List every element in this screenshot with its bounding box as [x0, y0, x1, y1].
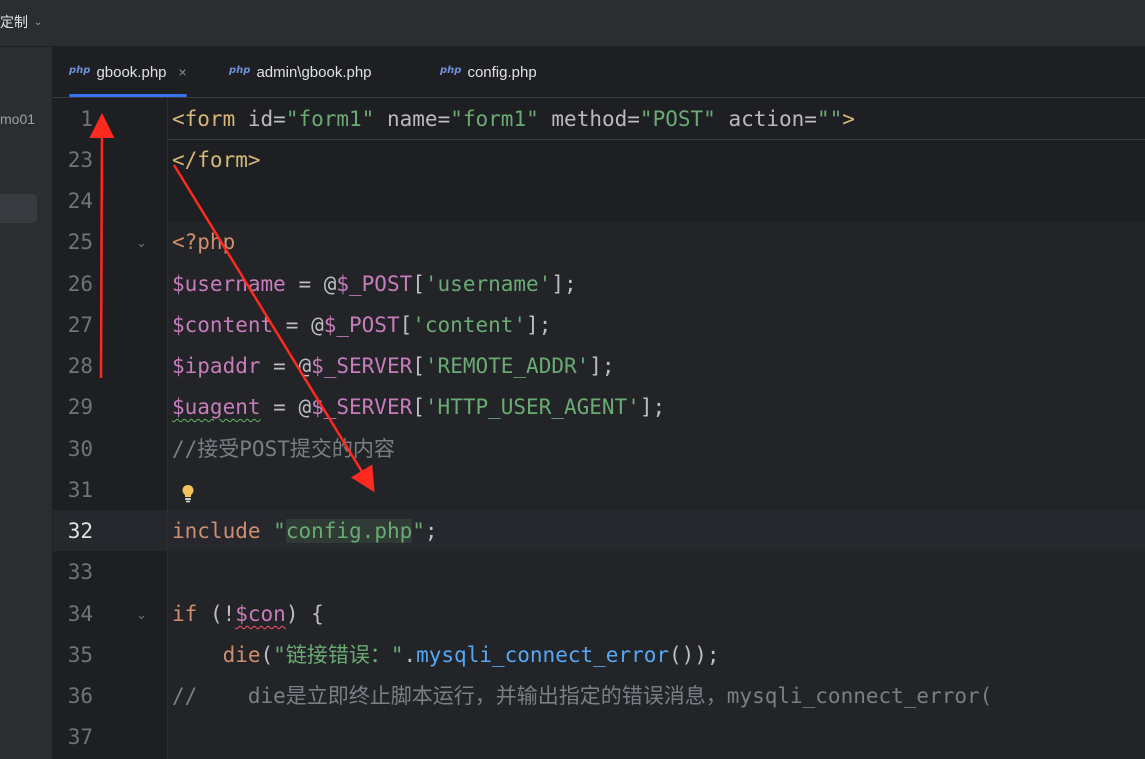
lightbulb-icon[interactable] [180, 482, 196, 506]
code-line-30: //接受POST提交的内容 [172, 437, 395, 461]
fold-chevron-icon[interactable]: ⌄ [136, 594, 147, 635]
tab-label: config.php [467, 63, 537, 81]
code-line-1: <form id="form1" name="form1" method="PO… [172, 107, 855, 131]
project-panel: mo01 [0, 47, 53, 759]
operator: = @ [260, 395, 312, 419]
php-superglobal: $_SERVER [311, 395, 413, 419]
code-line-27: $content = @$_POST['content']; [172, 313, 552, 337]
customize-menu-label: 定制 [0, 14, 28, 30]
string-literal: "链接错误：" [273, 643, 404, 667]
attribute-value: "POST" [639, 107, 716, 131]
line-number: 23 [67, 148, 93, 172]
code-line-26: $username = @$_POST['username']; [172, 272, 577, 296]
punctuation: ()); [669, 643, 720, 667]
html-attribute: name [387, 107, 438, 131]
line-number: 25 [67, 230, 93, 254]
php-superglobal: $_POST [323, 313, 400, 337]
line-number: 37 [67, 725, 93, 749]
php-variable: $uagent [172, 395, 261, 419]
code-line-35: die("链接错误：".mysqli_connect_error()); [172, 635, 720, 676]
php-file-icon: php [440, 64, 462, 76]
line-number: 34 [67, 602, 93, 626]
line-number: 29 [67, 395, 93, 419]
attribute-value: "" [816, 107, 843, 131]
php-keyword: if [172, 602, 198, 626]
tab-config-php[interactable]: php config.php [440, 47, 537, 97]
line-number-current: 32 [67, 519, 93, 543]
string-quote: " [260, 519, 286, 543]
line-number: 26 [67, 272, 93, 296]
statement-end: ]; [526, 313, 552, 337]
line-number: 35 [67, 643, 93, 667]
line-number: 1 [80, 107, 93, 131]
php-file-icon: php [69, 64, 91, 76]
statement-end: ; [424, 519, 438, 543]
tab-admin-gbook-php[interactable]: php admin\gbook.php [229, 47, 372, 97]
code-line-36: // die是立即终止脚本运行，并输出指定的错误消息，mysqli_connec… [172, 684, 993, 708]
php-variable: $username [172, 272, 286, 296]
punctuation: (! [197, 602, 236, 626]
php-variable: $ipaddr [172, 354, 261, 378]
statement-end: ]; [639, 395, 666, 419]
html-tag: <form [172, 107, 236, 131]
html-attribute: id [247, 107, 274, 131]
line-number: 36 [67, 684, 93, 708]
attribute-value: "form1" [450, 107, 539, 131]
php-keyword: include [172, 519, 261, 543]
array-key: 'HTTP_USER_AGENT' [424, 395, 640, 419]
punctuation: ) { [285, 602, 324, 626]
line-number: 28 [67, 354, 93, 378]
operator: = @ [273, 313, 324, 337]
tab-label: admin\gbook.php [256, 63, 372, 81]
tab-label: gbook.php [96, 63, 167, 81]
customize-menu[interactable]: 定制 ⌄ [0, 12, 42, 32]
code-line-29: $uagent = @$_SERVER['HTTP_USER_AGENT']; [172, 395, 666, 419]
statement-end: ]; [589, 354, 615, 378]
statement-end: ]; [551, 272, 577, 296]
operator: = @ [260, 354, 312, 378]
function-call: mysqli_connect_error [416, 643, 669, 667]
line-number: 33 [67, 560, 93, 584]
tab-gbook-php[interactable]: php gbook.php × [69, 47, 187, 97]
string-quote: " [412, 519, 425, 543]
chevron-down-icon: ⌄ [34, 16, 43, 28]
array-key: 'REMOTE_ADDR' [424, 354, 590, 378]
line-number: 27 [67, 313, 93, 337]
line-number: 30 [67, 437, 93, 461]
code-line-28: $ipaddr = @$_SERVER['REMOTE_ADDR']; [172, 354, 615, 378]
html-attribute: action [728, 107, 805, 131]
html-attribute: method [551, 107, 628, 131]
top-toolbar: 定制 ⌄ [0, 0, 1145, 47]
close-icon[interactable]: × [179, 64, 187, 80]
php-variable: $content [172, 313, 274, 337]
code-line-23: </form> [172, 148, 261, 172]
php-file-icon: php [229, 64, 251, 76]
php-superglobal: $_POST [336, 272, 413, 296]
project-name[interactable]: mo01 [0, 111, 35, 127]
project-tree-selection[interactable] [0, 194, 37, 223]
include-file-string: config.php [285, 519, 413, 543]
attribute-value: "form1" [285, 107, 375, 131]
fold-chevron-icon[interactable]: ⌄ [136, 222, 147, 263]
html-tag: > [842, 107, 855, 131]
line-number: 31 [67, 478, 93, 502]
operator: . [403, 643, 417, 667]
code-line-25: <?php [172, 230, 236, 254]
php-variable: $con [235, 602, 286, 626]
php-keyword: die [222, 643, 261, 667]
array-key: 'username' [424, 272, 552, 296]
code-line-32: include "config.php"; [172, 511, 438, 552]
operator: = @ [285, 272, 337, 296]
line-number: 24 [67, 189, 93, 213]
php-superglobal: $_SERVER [311, 354, 413, 378]
code-line-34: if (!$con) { [172, 594, 324, 635]
array-key: 'content' [412, 313, 527, 337]
punctuation: ( [260, 643, 274, 667]
editor-tab-bar: php gbook.php × php admin\gbook.php php … [53, 47, 1145, 98]
